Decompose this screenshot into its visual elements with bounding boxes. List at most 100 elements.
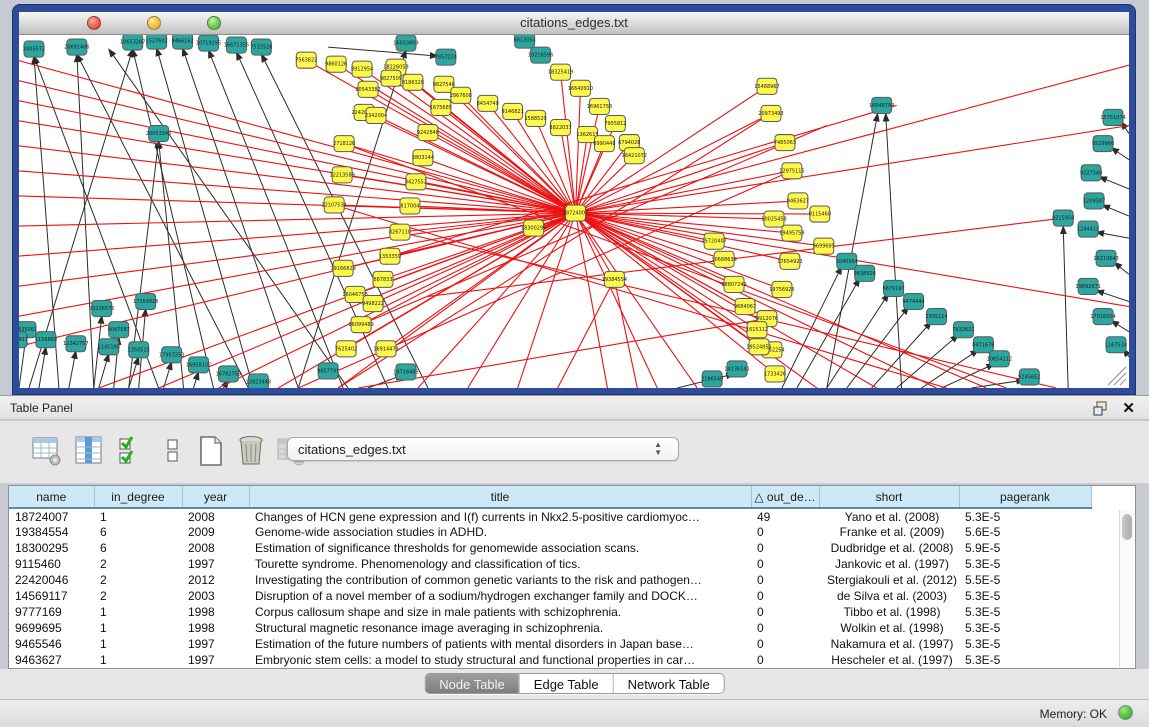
graph-node[interactable]: 17016504 — [1090, 309, 1115, 325]
table-cell[interactable]: 2012 — [182, 572, 249, 588]
network-canvas[interactable]: 2405572206914061065328715276029466162107… — [19, 35, 1129, 388]
table-cell[interactable]: Estimation of significance thresholds fo… — [249, 540, 751, 556]
table-cell[interactable]: Nakamura et al. (1997) — [819, 636, 959, 652]
graph-node[interactable]: 16671355 — [224, 37, 249, 53]
table-row[interactable]: 911546021997Tourette syndrome. Phenomeno… — [9, 556, 1091, 572]
table-select-dropdown[interactable]: citations_edges.txt ▲▼ — [287, 437, 679, 461]
table-row[interactable]: 977716911998Corpus callosum shape and si… — [9, 604, 1091, 620]
table-cell[interactable]: 6 — [94, 540, 182, 556]
graph-node[interactable]: 18807249 — [721, 276, 746, 292]
graph-node[interactable]: 10653287 — [120, 35, 145, 50]
graph-node[interactable]: 9857791 — [317, 363, 339, 379]
graph-edge[interactable] — [1111, 321, 1129, 332]
table-cell[interactable]: Structural magnetic resonance image aver… — [249, 620, 751, 636]
table-row[interactable]: 1938455462009Genome-wide association stu… — [9, 524, 1091, 540]
graph-node[interactable]: 9242848 — [417, 125, 439, 141]
graph-node[interactable]: 12107534 — [321, 197, 346, 213]
table-cell[interactable]: Estimation of the future numbers of pati… — [249, 636, 751, 652]
table-cell[interactable]: 2 — [94, 556, 182, 572]
table-cell[interactable]: 2 — [94, 588, 182, 604]
table-cell[interactable]: Corpus callosum shape and size in male p… — [249, 604, 751, 620]
graph-edge[interactable] — [1111, 148, 1129, 160]
graph-node[interactable]: 16421072 — [622, 148, 647, 164]
table-cell[interactable]: Hescheler et al. (1997) — [819, 652, 959, 668]
graph-node[interactable]: 1209387 — [1083, 193, 1105, 209]
graph-node[interactable]: 16782759 — [216, 366, 241, 382]
graph-node[interactable]: 16099489 — [348, 317, 373, 333]
graph-node[interactable]: 2803144 — [412, 150, 434, 166]
table-cell[interactable]: Stergiakouli et al. (2012) — [819, 572, 959, 588]
table-settings-icon[interactable] — [32, 435, 62, 467]
memory-status-indicator-icon[interactable] — [1118, 705, 1133, 720]
graph-node[interactable]: 19892971 — [1075, 278, 1100, 294]
table-cell[interactable]: Yano et al. (2008) — [819, 508, 959, 524]
graph-node[interactable]: 19495758 — [779, 225, 804, 241]
column-header-outde[interactable]: △ out_de… — [751, 486, 819, 508]
graph-node[interactable]: 9860126 — [325, 56, 347, 72]
table-cell[interactable]: Investigating the contribution of common… — [249, 572, 751, 588]
graph-node[interactable]: 1527602 — [146, 35, 168, 49]
column-header-pagerank[interactable]: pagerank — [959, 486, 1091, 508]
graph-node[interactable]: 19524851 — [746, 339, 771, 355]
table-row[interactable]: 1456911722003Disruption of a novel membe… — [9, 588, 1091, 604]
network-window[interactable]: citations_edges.txt 24055722069140610653… — [13, 5, 1135, 394]
table-cell[interactable]: Embryonic stem cells: a model to study s… — [249, 652, 751, 668]
graph-node[interactable]: 19218596 — [528, 47, 553, 63]
graph-node[interactable]: 16961758 — [587, 98, 612, 114]
table-cell[interactable]: 0 — [751, 572, 819, 588]
table-cell[interactable]: 1 — [94, 652, 182, 668]
graph-node[interactable]: 1615112 — [746, 322, 768, 338]
graph-node[interactable]: 15488967 — [754, 78, 779, 94]
graph-node[interactable]: 19716485 — [393, 364, 418, 380]
table-cell[interactable]: 1997 — [182, 652, 249, 668]
table-cell[interactable]: 5.3E-5 — [959, 556, 1091, 572]
table-cell[interactable]: 18724007 — [9, 508, 94, 524]
table-cell[interactable]: 5.3E-5 — [959, 620, 1091, 636]
graph-node[interactable]: 8912954 — [351, 61, 373, 77]
table-row[interactable]: 2242004622012Investigating the contribut… — [9, 572, 1091, 588]
column-header-short[interactable]: short — [819, 486, 959, 508]
graph-node[interactable]: 19384554 — [602, 271, 627, 287]
graph-node[interactable]: 7857224 — [435, 49, 457, 65]
table-row[interactable]: 969969511998Structural magnetic resonanc… — [9, 620, 1091, 636]
table-cell[interactable]: 9465546 — [9, 636, 94, 652]
citation-network-graph[interactable]: 2405572206914061065328715276029466162107… — [19, 35, 1129, 388]
graph-node[interactable]: 16033809 — [393, 35, 418, 51]
graph-edge[interactable] — [1102, 205, 1129, 216]
graph-node[interactable]: 8267110 — [389, 224, 411, 240]
graph-node[interactable]: 8813054 — [514, 35, 536, 48]
graph-node[interactable]: 17957253 — [159, 347, 184, 363]
table-cell[interactable]: 0 — [751, 556, 819, 572]
graph-node[interactable]: 16914479 — [373, 341, 398, 357]
scrollbar-thumb[interactable] — [1122, 514, 1132, 540]
column-header-title[interactable]: title — [249, 486, 751, 508]
table-cell[interactable]: 22420046 — [9, 572, 94, 588]
graph-hub-node[interactable]: 18724007 — [563, 205, 588, 221]
graph-node[interactable]: 16210643 — [1093, 250, 1118, 266]
table-cell[interactable]: 0 — [751, 652, 819, 668]
graph-edge[interactable] — [19, 60, 575, 213]
table-cell[interactable]: 0 — [751, 604, 819, 620]
graph-node[interactable]: 20206576 — [89, 301, 114, 317]
graph-node[interactable]: 7485063 — [774, 135, 796, 151]
graph-node[interactable]: 12923448 — [246, 374, 271, 388]
graph-node[interactable]: 17654923 — [777, 253, 802, 269]
table-cell[interactable]: 14569117 — [9, 588, 94, 604]
table-cell[interactable]: 0 — [751, 540, 819, 556]
table-cell[interactable]: 0 — [751, 620, 819, 636]
graph-edge[interactable] — [1063, 226, 1068, 388]
graph-node[interactable]: 19166829 — [330, 260, 355, 276]
table-cell[interactable]: 9699695 — [9, 620, 94, 636]
graph-node[interactable]: 9529966 — [1092, 136, 1114, 152]
graph-node[interactable]: 9474444 — [902, 293, 924, 309]
table-column-icon[interactable] — [74, 435, 104, 467]
graph-edge[interactable] — [922, 350, 979, 388]
table-cell[interactable]: Genome-wide association studies in ADHD. — [249, 524, 751, 540]
graph-node[interactable]: 9498222 — [362, 295, 384, 311]
graph-node[interactable]: 10688639 — [711, 251, 736, 267]
graph-edge[interactable] — [19, 171, 575, 213]
graph-node[interactable]: 7515526 — [250, 39, 272, 55]
graph-node[interactable]: 2718126 — [333, 136, 355, 152]
table-cell[interactable]: 1 — [94, 636, 182, 652]
graph-node[interactable]: 9838926 — [854, 265, 876, 281]
